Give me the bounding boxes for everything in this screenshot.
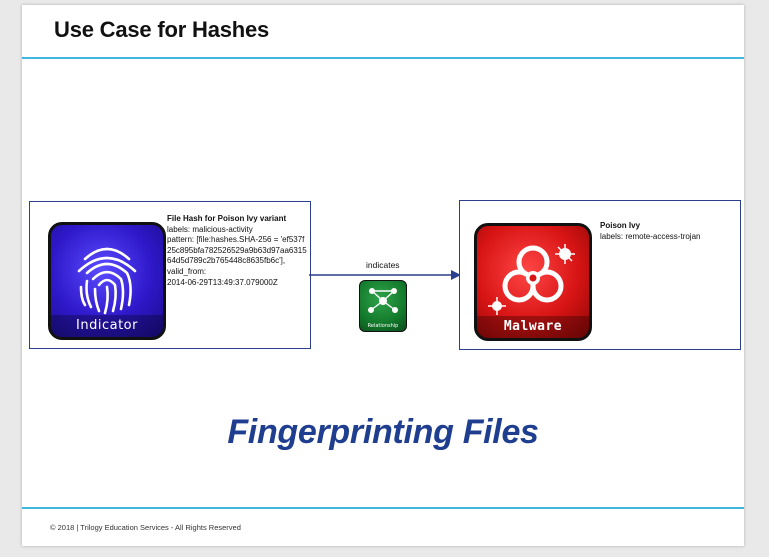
top-divider	[22, 57, 744, 59]
malware-tile: Malware	[474, 223, 592, 341]
relationship-network-icon	[368, 288, 398, 313]
malware-name: Poison Ivy	[600, 221, 641, 230]
slide-title: Use Case for Hashes	[54, 17, 270, 42]
malware-tile-label: Malware	[477, 316, 589, 338]
indicator-valid-from: 2014-06-29T13:49:37.079000Z	[167, 277, 278, 287]
indicator-card: Indicator File Hash for Poison Ivy varia…	[29, 201, 311, 349]
indicator-name: File Hash for Poison Ivy variant	[167, 214, 287, 223]
relationship-label: indicates	[366, 260, 400, 270]
indicator-tile: Indicator	[48, 222, 166, 340]
malware-card: Malware Poison Ivy labels: remote-access…	[459, 200, 741, 350]
indicator-tile-label: Indicator	[51, 315, 163, 337]
malware-details: Poison Ivy labels: remote-access-trojan	[600, 221, 735, 242]
indicator-pattern: pattern: [file:hashes.SHA-256 = 'ef537f2…	[167, 235, 307, 266]
headline: Fingerprinting Files	[227, 413, 539, 451]
indicator-details: File Hash for Poison Ivy variant labels:…	[167, 214, 307, 288]
indicator-labels: labels: malicious-activity	[167, 224, 253, 234]
relationship-icon: Relationship	[359, 280, 407, 332]
relationship-icon-caption: Relationship	[367, 323, 399, 329]
footer-copyright: © 2018 | Trilogy Education Services - Al…	[50, 523, 241, 532]
malware-labels: labels: remote-access-trojan	[600, 231, 701, 241]
bottom-divider	[22, 507, 744, 509]
indicator-valid-from-label: valid_from:	[167, 266, 207, 276]
slide: Use Case for Hashes Indicator File Hash …	[22, 5, 744, 546]
